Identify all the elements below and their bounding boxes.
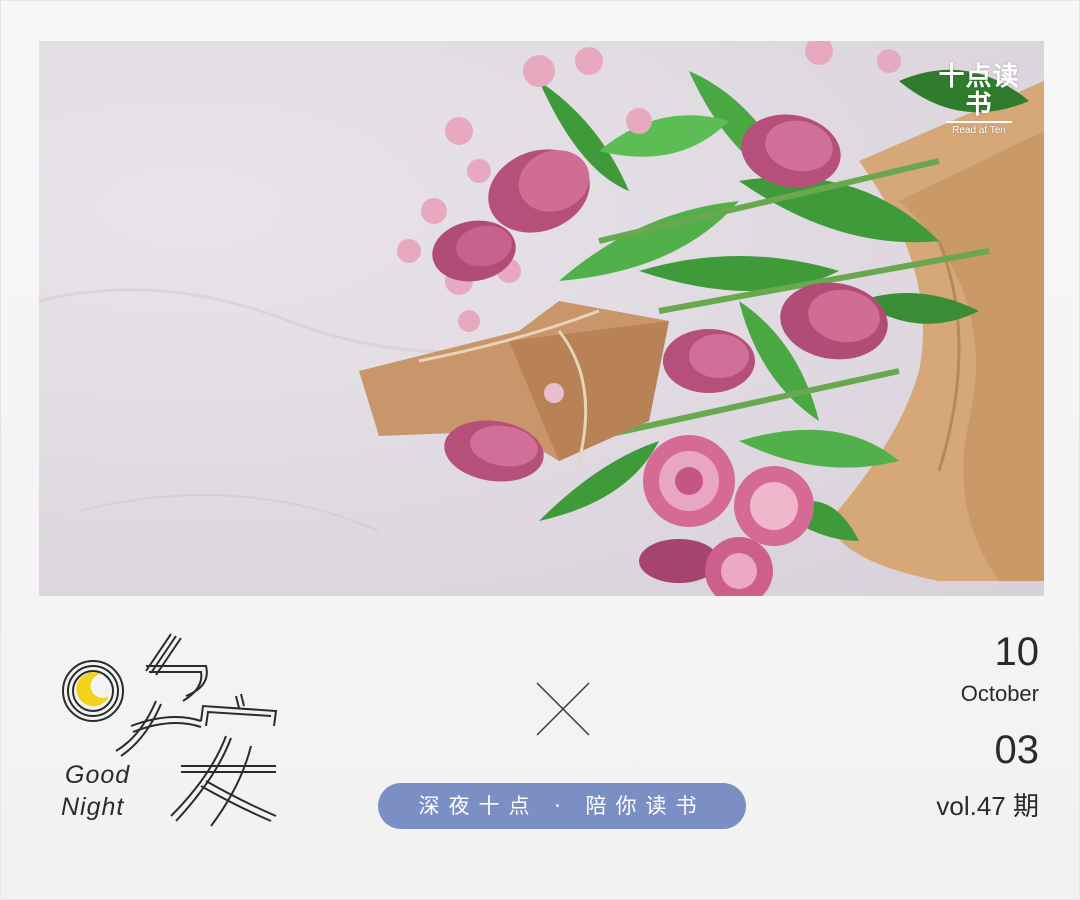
logo-subtitle: Read at Ten: [952, 125, 1006, 136]
flower-illustration: [39, 41, 1044, 596]
date-second-number: 03: [994, 728, 1040, 772]
date-month: October: [960, 681, 1039, 706]
volume-label: vol.47 期: [936, 791, 1039, 821]
logo-underline: [946, 121, 1012, 123]
moon-icon: [76, 672, 109, 707]
goodnight-night: Night: [61, 793, 125, 821]
cross-icon: [536, 682, 590, 736]
poster-card: 十点读书 Read at Ten Good Night 深夜十点 · 陪你读书 …: [0, 0, 1080, 900]
date-day: 10: [994, 630, 1040, 674]
goodnight-good: Good: [65, 761, 131, 789]
flower-photo: 十点读书 Read at Ten: [39, 41, 1044, 596]
logo-text: 十点读书: [938, 62, 1020, 120]
brand-logo: 十点读书 Read at Ten: [936, 63, 1022, 136]
date-block: 10 October 03 vol.47 期: [936, 627, 1039, 823]
slogan-pill: 深夜十点 · 陪你读书: [378, 783, 746, 829]
